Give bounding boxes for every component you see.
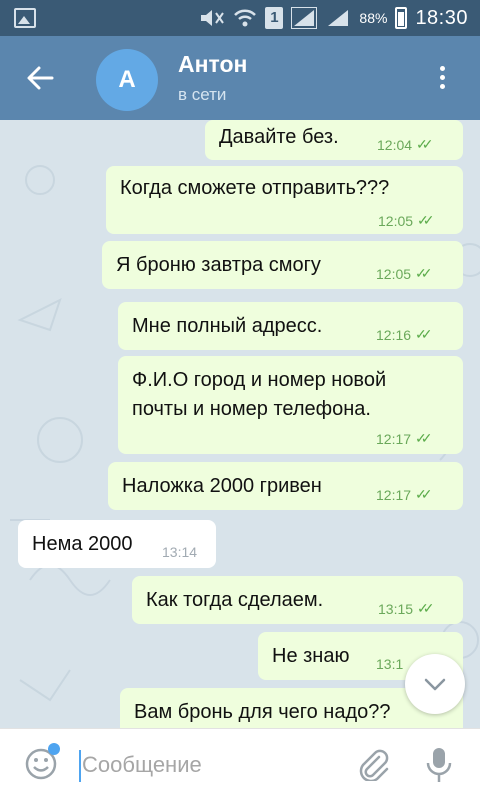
- message-time: 12:05: [378, 212, 414, 229]
- signal-icon: [291, 7, 318, 29]
- message-meta: 12:05 ✓✓: [378, 212, 435, 229]
- mute-icon: [201, 10, 225, 26]
- battery-percent: 88%: [359, 10, 388, 26]
- read-check-icon: ✓✓: [415, 486, 433, 502]
- message-composer: [0, 728, 480, 800]
- contact-status: в сети: [178, 85, 227, 104]
- message-text: Я броню завтра смогу: [116, 254, 321, 276]
- read-check-icon: ✓✓: [417, 212, 435, 228]
- message-time: 12:17: [376, 430, 412, 447]
- chat-header: А Антон в сети: [0, 36, 480, 120]
- contact-name[interactable]: Антон: [178, 51, 247, 78]
- message-bubble[interactable]: Я броню завтра смогу 12:05 ✓✓: [102, 241, 463, 289]
- message-bubble[interactable]: Мне полный адресс. 12:16 ✓✓: [118, 302, 463, 350]
- message-meta: 12:17 ✓✓: [376, 430, 433, 447]
- attach-icon[interactable]: [355, 747, 389, 781]
- message-time: 12:16: [376, 326, 412, 343]
- message-meta: 12:17 ✓✓: [376, 486, 433, 503]
- gallery-icon: [14, 8, 36, 28]
- message-time: 12:05: [376, 265, 412, 282]
- read-check-icon: ✓✓: [416, 136, 434, 152]
- chevron-down-icon: [424, 678, 446, 691]
- message-bubble[interactable]: Когда сможете отправить??? 12:05 ✓✓: [106, 166, 463, 234]
- message-meta: 13:14: [162, 544, 197, 560]
- message-bubble[interactable]: Как тогда сделаем. 13:15 ✓✓: [132, 576, 463, 624]
- message-text: Когда сможете отправить???: [120, 177, 390, 199]
- wifi-icon: [234, 9, 257, 27]
- sim-indicator: 1: [265, 7, 284, 29]
- battery-icon: [395, 7, 408, 29]
- message-text-line1: Ф.И.О город и номер новой: [132, 369, 387, 391]
- avatar[interactable]: А: [96, 49, 158, 111]
- signal-icon-2: [328, 10, 349, 26]
- status-bar: 1 88% 18:30: [0, 0, 480, 36]
- message-meta: 12:04 ✓✓: [377, 136, 434, 153]
- message-text-line2: почты и номер телефона.: [132, 398, 371, 420]
- more-vert-icon[interactable]: [436, 66, 448, 94]
- message-bubble-incoming[interactable]: Нема 2000 13:14: [18, 520, 216, 568]
- message-meta: 13:15 ✓✓: [378, 600, 435, 617]
- message-bubble[interactable]: Наложка 2000 гривен 12:17 ✓✓: [108, 462, 463, 510]
- message-time: 13:1: [376, 656, 404, 672]
- message-text: Давайте без.: [219, 126, 339, 148]
- mic-icon[interactable]: [424, 746, 454, 784]
- message-text: Не знаю: [272, 645, 350, 667]
- message-meta: 13:1: [376, 656, 403, 672]
- status-icons: 1 88% 18:30: [199, 0, 468, 36]
- read-check-icon: ✓✓: [415, 326, 433, 342]
- message-meta: 12:16 ✓✓: [376, 326, 433, 343]
- scroll-down-button[interactable]: [405, 654, 465, 714]
- read-check-icon: ✓✓: [417, 600, 435, 616]
- message-time: 13:14: [162, 544, 198, 560]
- back-arrow-icon[interactable]: [26, 64, 54, 92]
- message-bubble[interactable]: Давайте без. 12:04 ✓✓: [205, 120, 463, 160]
- read-check-icon: ✓✓: [415, 265, 433, 281]
- message-list[interactable]: Давайте без. 12:04 ✓✓ Когда сможете отпр…: [0, 120, 480, 728]
- message-text: Мне полный адресс.: [132, 315, 323, 337]
- message-bubble[interactable]: Ф.И.О город и номер новой почты и номер …: [118, 356, 463, 454]
- message-text: Вам бронь для чего надо??: [134, 701, 391, 723]
- message-time: 12:04: [377, 136, 413, 153]
- message-text: Нема 2000: [32, 533, 133, 555]
- message-meta: 12:05 ✓✓: [376, 265, 433, 282]
- emoji-badge: [48, 743, 60, 755]
- message-time: 13:15: [378, 600, 414, 617]
- message-text: Наложка 2000 гривен: [122, 475, 322, 497]
- read-check-icon: ✓✓: [415, 430, 433, 446]
- message-text: Как тогда сделаем.: [146, 589, 324, 611]
- message-time: 12:17: [376, 486, 412, 503]
- clock: 18:30: [415, 6, 468, 29]
- text-cursor: [79, 750, 81, 782]
- message-input[interactable]: [82, 749, 322, 781]
